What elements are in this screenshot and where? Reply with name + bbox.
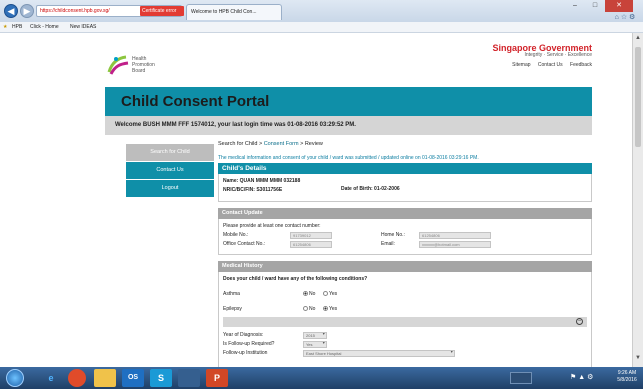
- taskbar: e OS S P ⚑ ▲ ⚙ 9:26 AM 5/8/2016: [0, 367, 643, 389]
- breadcrumb-consent-form[interactable]: Consent Form: [264, 141, 299, 147]
- certificate-error-badge[interactable]: Certificate error: [140, 6, 184, 16]
- portal-banner: Child Consent Portal: [105, 87, 592, 116]
- scroll-up-icon[interactable]: ▲: [633, 35, 643, 45]
- favorites-bar: ★ HPB Click - Home New IDEAS: [0, 22, 643, 33]
- epilepsy-label: Epilepsy: [223, 306, 242, 312]
- epilepsy-no-option[interactable]: No: [303, 305, 315, 314]
- tray-icons[interactable]: ⚑ ▲ ⚙: [570, 373, 593, 381]
- institution-select[interactable]: East Shore Hospital: [303, 350, 455, 357]
- email-field[interactable]: xxxxxx@hotmail.com: [419, 241, 491, 248]
- office-field[interactable]: 61254806: [290, 241, 332, 248]
- taskbar-clock[interactable]: 9:26 AM 5/8/2016: [612, 370, 642, 384]
- year-select[interactable]: 2015: [303, 332, 327, 339]
- forward-button[interactable]: ▶: [20, 4, 34, 18]
- followup-row: Is Follow-up Required? Yes: [223, 340, 587, 349]
- powerpoint-taskbar-icon[interactable]: P: [206, 369, 228, 387]
- asthma-yes-radio[interactable]: [323, 291, 328, 297]
- submission-notice: The medical information and consent of y…: [218, 155, 479, 161]
- asthma-no-option[interactable]: No: [303, 290, 315, 299]
- medical-question: Does your child / ward have any of the f…: [223, 276, 368, 282]
- desktop-preview-icon[interactable]: [510, 372, 532, 384]
- childs-details-header: Child's Details: [218, 163, 592, 174]
- breadcrumb-search[interactable]: Search for Child >: [218, 141, 264, 147]
- fav-click-home[interactable]: Click - Home: [30, 22, 59, 33]
- calculator-taskbar-icon[interactable]: [178, 369, 200, 387]
- contact-update-header: Contact Update: [218, 208, 592, 219]
- asthma-row: Asthma No Yes: [223, 290, 587, 299]
- epilepsy-row: Epilepsy No Yes: [223, 305, 587, 314]
- mobile-label: Mobile No.:: [223, 232, 249, 238]
- mobile-field[interactable]: 91739012: [290, 232, 332, 239]
- email-label: Email:: [381, 241, 395, 247]
- outlook-taskbar-icon[interactable]: OS: [122, 369, 144, 387]
- hpb-logo-text: Health Promotion Board: [132, 56, 155, 74]
- contact-us-link[interactable]: Contact Us: [538, 62, 563, 68]
- ie-taskbar-icon[interactable]: e: [40, 369, 62, 387]
- back-button[interactable]: ◀: [4, 4, 18, 18]
- followup-label: Is Follow-up Required?: [223, 341, 275, 347]
- page-viewport: Health Promotion Board Singapore Governm…: [0, 33, 632, 367]
- feedback-link[interactable]: Feedback: [570, 62, 592, 68]
- favorites-star-icon[interactable]: ★: [3, 22, 7, 33]
- epilepsy-no-radio[interactable]: [303, 306, 308, 312]
- browser-tab[interactable]: Welcome to HPB Child Con...: [186, 4, 282, 20]
- contact-row-2: Office Contact No.: 61254806 Email: xxxx…: [223, 240, 587, 249]
- fav-new-ideas[interactable]: New IDEAS: [70, 22, 96, 33]
- medical-history-header: Medical History: [218, 261, 592, 272]
- child-name: Name: QUAN MMM MMM 032188: [223, 178, 301, 184]
- close-icon[interactable]: ✕: [605, 0, 633, 12]
- sitemap-link[interactable]: Sitemap: [512, 62, 530, 68]
- contact-instruction: Please provide at least one contact numb…: [223, 223, 321, 229]
- sg-government-tagline: Integrity · Service · Excellence: [524, 52, 592, 58]
- institution-row: Follow-up Institution East Shore Hospita…: [223, 349, 587, 358]
- maximize-icon[interactable]: □: [585, 0, 605, 12]
- folder-taskbar-icon[interactable]: [94, 369, 116, 387]
- child-nric: NRIC/BC/FIN: S3011756E: [223, 187, 283, 193]
- followup-select[interactable]: Yes: [303, 341, 327, 348]
- left-nav: Search for Child Contact Us Logout: [126, 144, 214, 198]
- epilepsy-details-bar: −: [223, 317, 587, 327]
- scroll-thumb[interactable]: [635, 47, 641, 147]
- year-row: Year of Diagnosis: 2015: [223, 331, 587, 340]
- asthma-label: Asthma: [223, 291, 240, 297]
- skype-taskbar-icon[interactable]: S: [150, 369, 172, 387]
- institution-label: Follow-up Institution: [223, 350, 268, 356]
- page-scrollbar[interactable]: ▲ ▼: [632, 33, 643, 367]
- epilepsy-yes-radio[interactable]: [323, 306, 328, 312]
- system-tray: ⚑ ▲ ⚙: [510, 370, 610, 386]
- childs-details-panel: Name: QUAN MMM MMM 032188 NRIC/BC/FIN: S…: [218, 174, 592, 202]
- asthma-no-radio[interactable]: [303, 291, 308, 297]
- minimize-icon[interactable]: –: [565, 0, 585, 12]
- hpb-logo-icon: [107, 55, 129, 75]
- nav-contact-us[interactable]: Contact Us: [126, 162, 214, 179]
- home-label: Home No.:: [381, 232, 405, 238]
- epilepsy-yes-option[interactable]: Yes: [323, 305, 337, 314]
- nav-search-for-child[interactable]: Search for Child: [126, 144, 214, 161]
- breadcrumb: Search for Child > Consent Form > Review: [218, 141, 592, 147]
- contact-row-1: Mobile No.: 91739012 Home No.: 61254806: [223, 231, 587, 240]
- fav-hpb[interactable]: HPB: [12, 22, 22, 33]
- main-content: Search for Child > Consent Form > Review…: [218, 139, 592, 367]
- welcome-message: Welcome BUSH MMM FFF 1574012, your last …: [105, 116, 592, 135]
- nav-logout[interactable]: Logout: [126, 180, 214, 197]
- asthma-yes-option[interactable]: Yes: [323, 290, 337, 299]
- breadcrumb-review: > Review: [298, 141, 323, 147]
- start-button[interactable]: [6, 369, 24, 387]
- home-field[interactable]: 61254806: [419, 232, 491, 239]
- header-links: Sitemap Contact Us Feedback: [440, 62, 592, 68]
- browser-titlebar: ◀ ▶ https://childconsent.hpb.gov.sg/ Cer…: [0, 0, 643, 22]
- child-dob: Date of Birth: 01-02-2006: [341, 186, 400, 192]
- year-label: Year of Diagnosis:: [223, 332, 264, 338]
- chrome-taskbar-icon[interactable]: [68, 369, 86, 387]
- scroll-down-icon[interactable]: ▼: [633, 355, 643, 365]
- collapse-icon[interactable]: −: [576, 318, 583, 325]
- office-label: Office Contact No.:: [223, 241, 266, 247]
- medical-history-panel: Does your child / ward have any of the f…: [218, 272, 592, 367]
- page-title: Child Consent Portal: [121, 93, 270, 110]
- contact-update-panel: Please provide at least one contact numb…: [218, 219, 592, 255]
